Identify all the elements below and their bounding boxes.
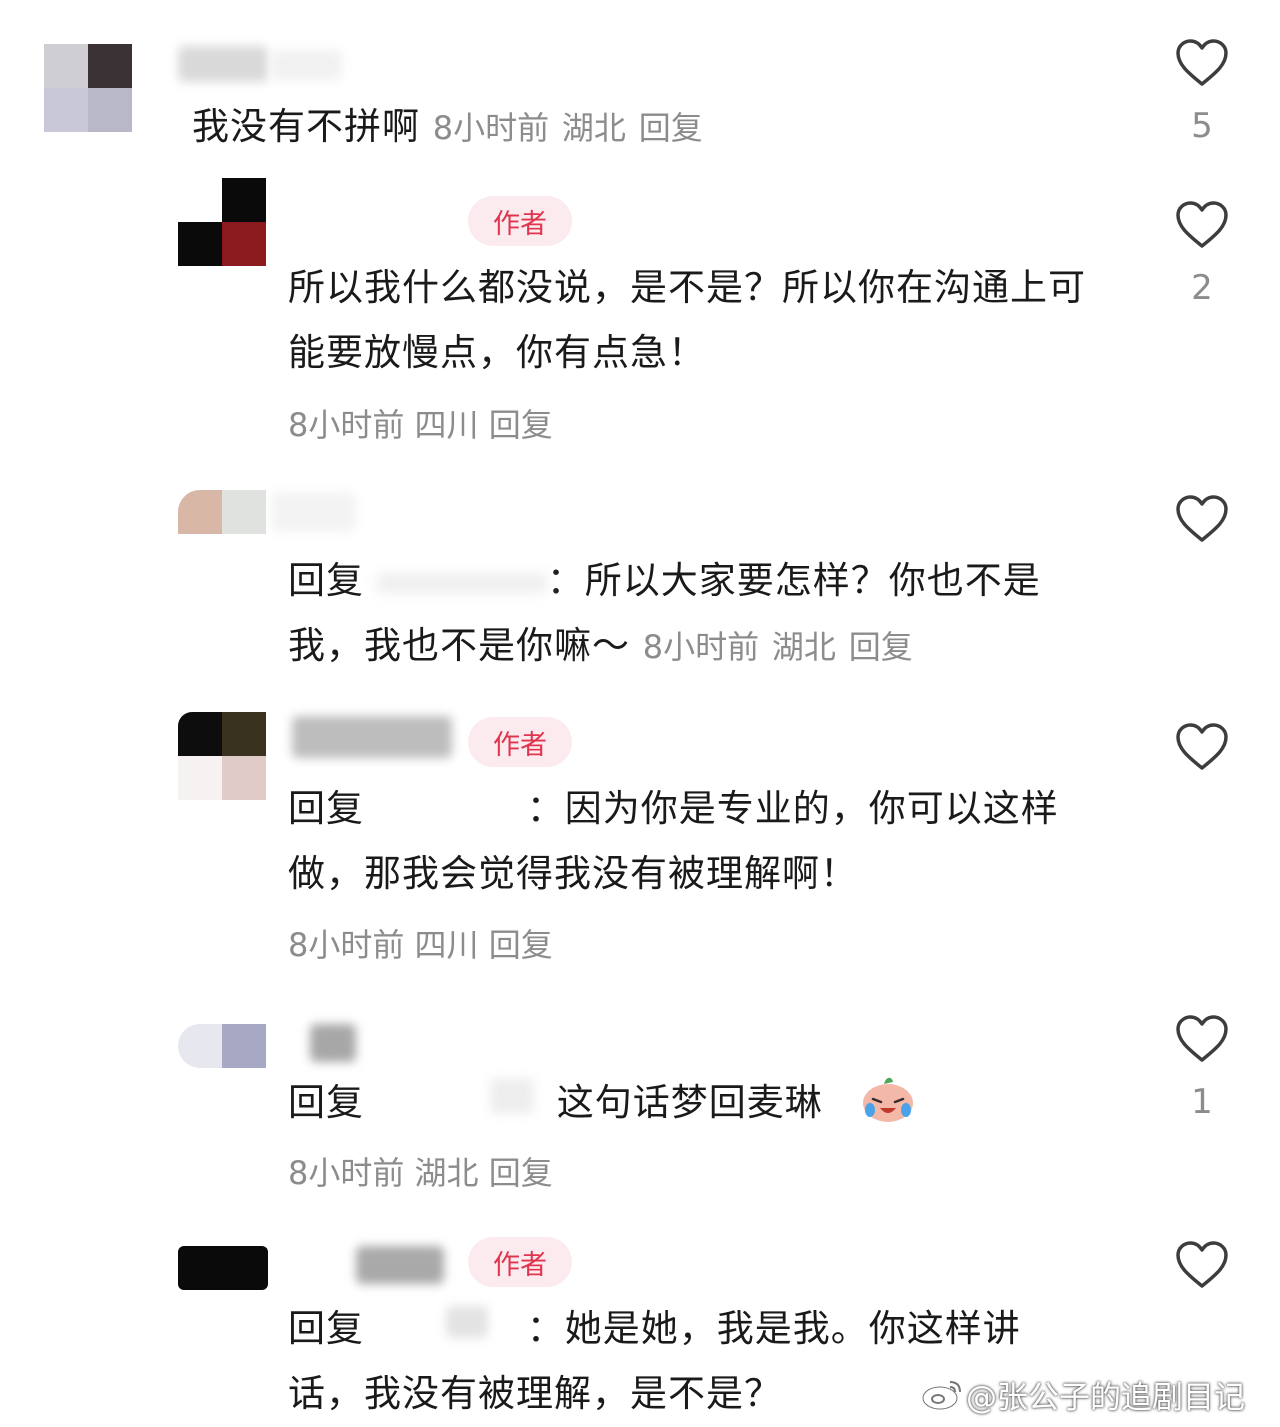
colon: ： [526, 787, 565, 830]
heart-outline-icon[interactable] [1175, 1240, 1229, 1290]
reply-prefix: 回复 [288, 1307, 364, 1350]
watermark: @张公子的追剧目记 [966, 1380, 1245, 1416]
comment-time: 8小时前 [432, 109, 550, 147]
like-count: 5 [1191, 106, 1213, 146]
username-redacted[interactable] [272, 492, 356, 532]
heart-outline-icon[interactable] [1175, 494, 1229, 544]
like-count: 2 [1191, 268, 1213, 308]
comment-time: 8小时前 [288, 926, 405, 964]
colon: ： [526, 1307, 565, 1350]
author-badge: 作者 [468, 196, 572, 246]
reply-prefix: 回复 [288, 787, 364, 830]
comment-body: 我没有不拼啊 8小时前 湖北 回复 [192, 94, 703, 161]
colon: ： [546, 559, 585, 602]
username-redacted[interactable] [356, 1246, 444, 1284]
comment-body: 回复 ：因为你是专业的，你可以这样做，那我会觉得我没有被理解啊！ [288, 776, 1118, 906]
reply-link[interactable]: 回复 [849, 628, 913, 666]
comment-text: 所以我什么都没说，是不是？所以你在沟通上可能要放慢点，你有点急！ [288, 266, 1086, 374]
avatar[interactable] [44, 44, 134, 134]
comment-body: 回复 这句话梦回麦琳 [288, 1070, 823, 1135]
reply-link[interactable]: 回复 [639, 109, 703, 147]
avatar[interactable] [178, 1024, 268, 1068]
comment-meta: 8小时前 湖北 回复 [288, 1148, 553, 1194]
avatar[interactable] [178, 490, 268, 534]
comment-meta: 8小时前 四川 回复 [288, 400, 553, 446]
heart-outline-icon[interactable] [1175, 722, 1229, 772]
reply-link[interactable]: 回复 [489, 406, 553, 444]
comment-location: 湖北 [414, 1154, 479, 1192]
reply-prefix: 回复 [288, 1081, 364, 1124]
avatar[interactable] [178, 712, 268, 802]
crying-laughing-emoji [863, 1077, 913, 1122]
comment-item: 我没有不拼啊 8小时前 湖北 回复 [0, 0, 1280, 160]
username-redacted[interactable] [178, 46, 268, 82]
heart-outline-icon[interactable] [1175, 1014, 1229, 1064]
comment-location: 四川 [414, 926, 479, 964]
reply-prefix: 回复 [288, 559, 364, 602]
weibo-icon [921, 1381, 961, 1411]
username-redacted [490, 1078, 534, 1114]
comment-time: 8小时前 [288, 406, 405, 444]
comment-text: 我没有不拼啊 [192, 105, 420, 148]
mentioned-user-redacted[interactable] [376, 800, 527, 821]
heart-outline-icon[interactable] [1175, 200, 1229, 250]
mentioned-user-redacted[interactable] [376, 572, 547, 593]
like-count: 1 [1191, 1082, 1213, 1122]
heart-outline-icon[interactable] [1175, 38, 1229, 88]
author-badge: 作者 [468, 717, 572, 767]
comment-time: 8小时前 [642, 628, 760, 666]
comment-body: 回复 ：所以大家要怎样？你也不是我，我也不是你嘛～ 8小时前 湖北 回复 [288, 548, 1108, 680]
comment-text: 这句话梦回麦琳 [556, 1081, 823, 1124]
comment-meta: 8小时前 四川 回复 [288, 920, 553, 966]
comment-location: 湖北 [771, 628, 836, 666]
avatar[interactable] [178, 1246, 268, 1290]
reply-link[interactable]: 回复 [489, 1154, 553, 1192]
comment-time: 8小时前 [288, 1154, 405, 1192]
username-redacted [446, 1306, 488, 1338]
reply-link[interactable]: 回复 [489, 926, 553, 964]
username-redacted[interactable] [310, 1024, 356, 1062]
comment-location: 四川 [414, 406, 479, 444]
comment-location: 湖北 [561, 109, 626, 147]
username-redacted[interactable] [292, 716, 452, 758]
author-badge: 作者 [468, 1237, 572, 1287]
username-redacted [272, 50, 342, 80]
avatar[interactable] [178, 178, 268, 268]
